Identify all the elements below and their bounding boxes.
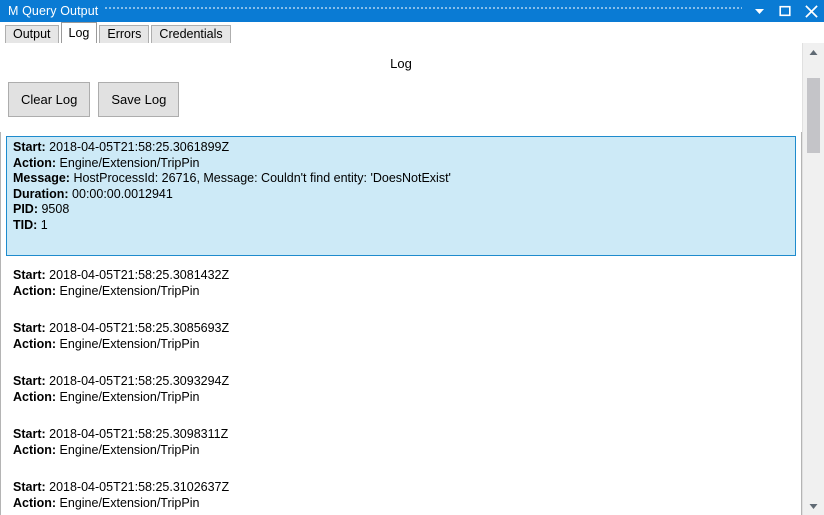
log-field-value: Engine/Extension/TripPin xyxy=(56,495,200,510)
log-field-label: Start: xyxy=(13,427,46,441)
save-log-button[interactable]: Save Log xyxy=(98,82,180,117)
log-field-label: Action: xyxy=(13,283,57,298)
log-toolbar: Clear Log Save Log xyxy=(0,82,802,117)
log-field-value: 9508 xyxy=(38,202,70,216)
log-field-start: Start: 2018-04-05T21:58:25.3081432Z xyxy=(13,268,789,284)
log-field-label: Action: xyxy=(13,442,57,457)
log-field-value: 1 xyxy=(37,217,48,232)
log-field-label: PID: xyxy=(13,202,38,216)
tab-output[interactable]: Output xyxy=(5,25,59,43)
log-field-value: Engine/Extension/TripPin xyxy=(56,336,200,351)
log-field-label: Action: xyxy=(13,495,57,510)
window-body: Log Clear Log Save Log Start: 2018-04-05… xyxy=(0,43,824,515)
scroll-up-button[interactable] xyxy=(803,43,824,61)
log-field-label: Duration: xyxy=(13,186,69,201)
collapse-button[interactable] xyxy=(746,0,772,22)
log-field-label: Action: xyxy=(13,155,57,170)
log-field-value: Engine/Extension/TripPin xyxy=(56,283,200,298)
log-field-label: Start: xyxy=(13,140,46,154)
log-field-label: Start: xyxy=(13,374,46,388)
window-controls xyxy=(746,0,824,22)
log-field-value: 2018-04-05T21:58:25.3081432Z xyxy=(45,268,230,282)
close-icon xyxy=(804,4,818,18)
log-field-duration: Duration: 00:00:00.0012941 xyxy=(13,187,789,203)
log-field-action: Action: Engine/Extension/TripPin xyxy=(13,496,789,512)
scrollbar-thumb[interactable] xyxy=(806,78,820,153)
log-field-message: Message: HostProcessId: 26716, Message: … xyxy=(13,171,789,187)
log-field-value: 2018-04-05T21:58:25.3085693Z xyxy=(45,321,230,335)
tab-errors[interactable]: Errors xyxy=(99,25,150,43)
log-field-label: Action: xyxy=(13,389,57,404)
log-field-label: Start: xyxy=(13,480,46,494)
log-field-value: 2018-04-05T21:58:25.3098311Z xyxy=(45,427,229,441)
log-field-value: Engine/Extension/TripPin xyxy=(56,155,200,170)
log-field-value: 2018-04-05T21:58:25.3093294Z xyxy=(45,374,230,388)
title-bar-grip xyxy=(105,0,742,22)
log-field-action: Action: Engine/Extension/TripPin xyxy=(13,337,789,353)
chevron-down-icon xyxy=(754,7,765,16)
log-field-label: TID: xyxy=(13,217,38,232)
tab-strip: Output Log Errors Credentials xyxy=(0,22,824,43)
log-field-start: Start: 2018-04-05T21:58:25.3102637Z xyxy=(13,480,789,496)
log-field-start: Start: 2018-04-05T21:58:25.3061899Z xyxy=(13,140,789,156)
triangle-up-icon xyxy=(809,43,818,61)
log-entry[interactable]: Start: 2018-04-05T21:58:25.3093294Z Actio… xyxy=(6,370,796,410)
scrollbar-track[interactable] xyxy=(803,61,824,497)
log-field-action: Action: Engine/Extension/TripPin xyxy=(13,156,789,172)
log-field-label: Message: xyxy=(13,171,70,185)
log-entry[interactable]: Start: 2018-04-05T21:58:25.3098311Z Actio… xyxy=(6,423,796,463)
log-field-value: 2018-04-05T21:58:25.3102637Z xyxy=(45,480,230,494)
log-field-action: Action: Engine/Extension/TripPin xyxy=(13,390,789,406)
log-entry[interactable]: Start: 2018-04-05T21:58:25.3085693Z Actio… xyxy=(6,317,796,357)
page-title: Log xyxy=(390,56,412,71)
maximize-icon xyxy=(779,5,791,17)
scroll-down-button[interactable] xyxy=(803,497,824,515)
clear-log-button[interactable]: Clear Log xyxy=(8,82,91,117)
log-field-start: Start: 2018-04-05T21:58:25.3098311Z xyxy=(13,427,789,443)
log-entry[interactable]: Start: 2018-04-05T21:58:25.3102637Z Actio… xyxy=(6,476,796,515)
close-button[interactable] xyxy=(798,0,824,22)
log-field-label: Start: xyxy=(13,321,46,335)
window-title: M Query Output xyxy=(8,4,99,18)
maximize-button[interactable] xyxy=(772,0,798,22)
tab-credentials[interactable]: Credentials xyxy=(151,25,231,43)
log-field-value: Engine/Extension/TripPin xyxy=(56,442,200,457)
log-field-label: Action: xyxy=(13,336,57,351)
log-list-panel[interactable]: Start: 2018-04-05T21:58:25.3061899Z Actio… xyxy=(0,132,802,515)
log-field-pid: PID: 9508 xyxy=(13,202,789,218)
log-field-action: Action: Engine/Extension/TripPin xyxy=(13,443,789,459)
log-content-column: Log Clear Log Save Log Start: 2018-04-05… xyxy=(0,43,802,515)
log-field-value: HostProcessId: 26716, Message: Couldn't … xyxy=(69,171,451,185)
log-field-value: 00:00:00.0012941 xyxy=(68,186,173,201)
m-query-output-window: M Query Output Output Log Errors Credent… xyxy=(0,0,824,515)
log-field-action: Action: Engine/Extension/TripPin xyxy=(13,284,789,300)
vertical-scrollbar[interactable] xyxy=(802,43,824,515)
log-field-start: Start: 2018-04-05T21:58:25.3085693Z xyxy=(13,321,789,337)
log-field-label: Start: xyxy=(13,268,46,282)
log-field-value: 2018-04-05T21:58:25.3061899Z xyxy=(45,140,230,154)
triangle-down-icon xyxy=(809,497,818,515)
log-field-start: Start: 2018-04-05T21:58:25.3093294Z xyxy=(13,374,789,390)
log-field-value: Engine/Extension/TripPin xyxy=(56,389,200,404)
tab-log[interactable]: Log xyxy=(60,22,98,43)
title-bar: M Query Output xyxy=(0,0,824,22)
log-field-tid: TID: 1 xyxy=(13,218,789,234)
log-list: Start: 2018-04-05T21:58:25.3061899Z Actio… xyxy=(1,132,801,515)
log-entry[interactable]: Start: 2018-04-05T21:58:25.3061899Z Actio… xyxy=(6,136,796,256)
log-entry[interactable]: Start: 2018-04-05T21:58:25.3081432Z Actio… xyxy=(6,264,796,304)
